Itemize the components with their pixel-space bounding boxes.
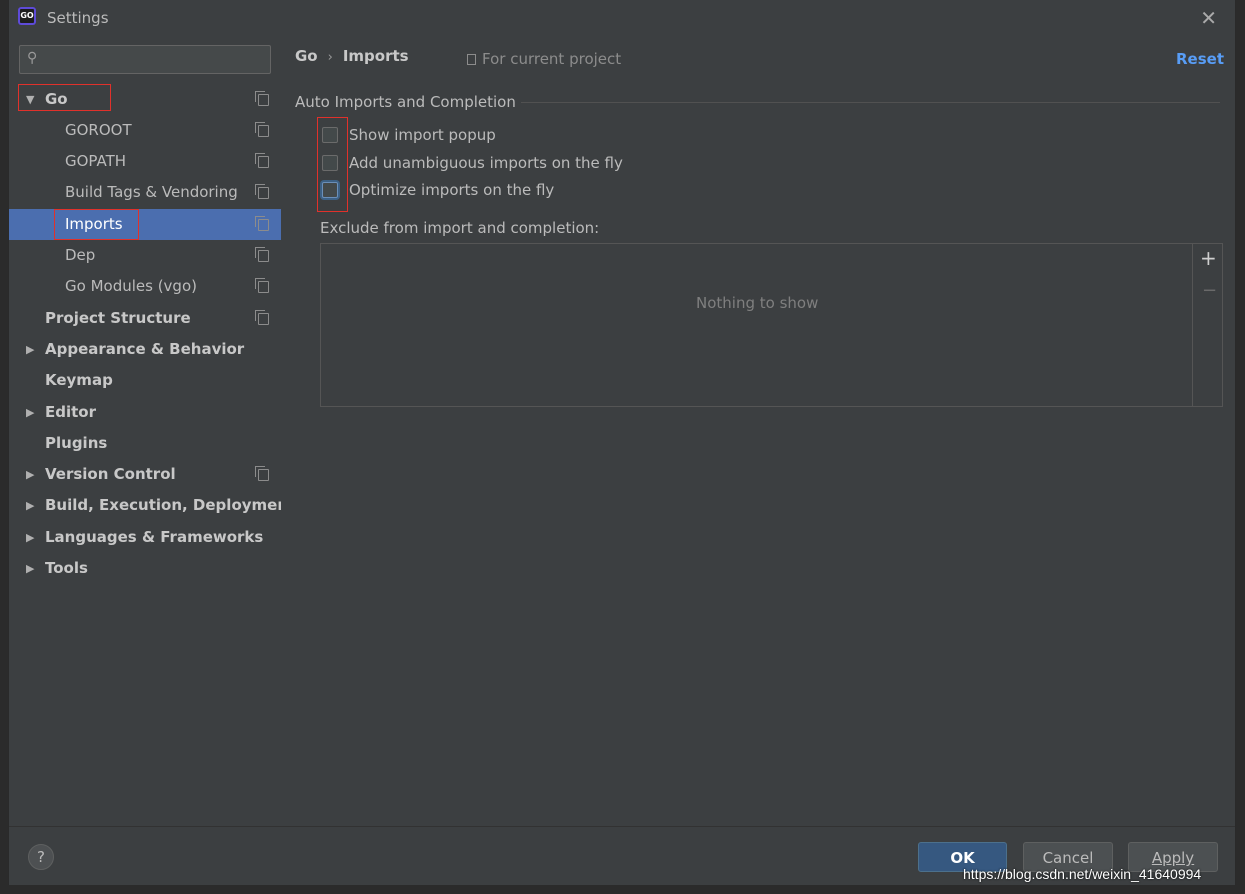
chevron-right-icon: › bbox=[327, 50, 333, 65]
sidebar-item-label: Tools bbox=[45, 559, 88, 577]
apply-button-label: Apply bbox=[1151, 849, 1195, 867]
sidebar-item-gopath[interactable]: GOPATH bbox=[9, 146, 281, 177]
sidebar-item-label: Appearance & Behavior bbox=[45, 340, 245, 358]
empty-list-text: Nothing to show bbox=[696, 294, 819, 312]
project-scope-icon bbox=[255, 153, 269, 168]
sidebar-item-label: Version Control bbox=[45, 465, 176, 483]
breadcrumb-go[interactable]: Go bbox=[295, 47, 318, 65]
project-scope-icon bbox=[255, 216, 269, 231]
dialog-title: Settings bbox=[47, 9, 109, 27]
sidebar-item-label: Editor bbox=[45, 403, 96, 421]
exclude-list[interactable]: Nothing to show + − bbox=[320, 243, 1223, 407]
collapse-arrow-icon[interactable]: ▶ bbox=[26, 397, 34, 428]
sidebar-item-project-structure[interactable]: Project Structure bbox=[9, 303, 281, 334]
toolbar-divider bbox=[1192, 244, 1193, 406]
breadcrumb: Go › Imports bbox=[295, 47, 409, 65]
collapse-arrow-icon[interactable]: ▶ bbox=[26, 490, 34, 521]
sidebar-item-editor[interactable]: ▶ Editor bbox=[9, 397, 281, 428]
sidebar-item-label: Build, Execution, Deployment bbox=[45, 496, 296, 514]
sidebar-item-label: Languages & Frameworks bbox=[45, 528, 264, 546]
help-button[interactable]: ? bbox=[28, 844, 54, 870]
project-scope-icon bbox=[255, 184, 269, 199]
reset-link[interactable]: Reset bbox=[1176, 50, 1224, 68]
collapse-arrow-icon[interactable]: ▶ bbox=[26, 522, 34, 553]
scope-label: For current project bbox=[482, 50, 622, 68]
sidebar-item-goroot[interactable]: GOROOT bbox=[9, 115, 281, 146]
collapse-arrow-icon[interactable]: ▶ bbox=[26, 334, 34, 365]
search-input[interactable]: ⚲ bbox=[19, 45, 271, 74]
sidebar-item-go-modules[interactable]: Go Modules (vgo) bbox=[9, 271, 281, 302]
sidebar-item-label: Project Structure bbox=[45, 309, 191, 327]
add-icon[interactable]: + bbox=[1200, 246, 1217, 270]
collapse-arrow-icon[interactable]: ▶ bbox=[26, 459, 34, 490]
sidebar-item-version-control[interactable]: ▶ Version Control bbox=[9, 459, 281, 490]
search-icon: ⚲ bbox=[27, 50, 38, 66]
sidebar-item-build-tags[interactable]: Build Tags & Vendoring bbox=[9, 177, 281, 208]
sidebar-item-keymap[interactable]: Keymap bbox=[9, 365, 281, 396]
sidebar-item-appearance[interactable]: ▶ Appearance & Behavior bbox=[9, 334, 281, 365]
sidebar-item-imports[interactable]: Imports bbox=[9, 209, 281, 240]
project-scope-icon bbox=[255, 466, 269, 481]
section-title: Auto Imports and Completion bbox=[295, 93, 516, 111]
sidebar-item-tools[interactable]: ▶ Tools bbox=[9, 553, 281, 584]
sidebar-item-dep[interactable]: Dep bbox=[9, 240, 281, 271]
close-icon[interactable]: ✕ bbox=[1200, 6, 1217, 30]
project-scope-icon bbox=[255, 310, 269, 325]
settings-content: Go › Imports For current project Reset Aut… bbox=[281, 36, 1235, 826]
watermark-text: https://blog.csdn.net/weixin_41640994 bbox=[963, 866, 1202, 882]
breadcrumb-imports: Imports bbox=[342, 47, 409, 65]
settings-sidebar: ⚲ ▼ Go GOROOT GOPATH Build Tags & Vendor… bbox=[9, 36, 295, 826]
scope-indicator: For current project bbox=[467, 50, 621, 68]
title-bar: GO Settings ✕ bbox=[9, 0, 1235, 36]
sidebar-item-label: GOPATH bbox=[65, 152, 127, 170]
expand-arrow-icon[interactable]: ▼ bbox=[26, 84, 34, 115]
goland-app-icon: GO bbox=[18, 7, 36, 25]
project-scope-icon bbox=[467, 54, 476, 65]
sidebar-item-label: Go Modules (vgo) bbox=[65, 277, 197, 295]
sidebar-item-label: Dep bbox=[65, 246, 96, 264]
sidebar-item-plugins[interactable]: Plugins bbox=[9, 428, 281, 459]
remove-icon: − bbox=[1202, 280, 1218, 301]
sidebar-item-go[interactable]: ▼ Go bbox=[9, 84, 281, 115]
checkbox-label: Optimize imports on the fly bbox=[349, 181, 555, 199]
project-scope-icon bbox=[255, 91, 269, 106]
sidebar-item-label: Keymap bbox=[45, 371, 113, 389]
project-scope-icon bbox=[255, 247, 269, 262]
checkbox-label: Show import popup bbox=[349, 126, 496, 144]
sidebar-item-label: Build Tags & Vendoring bbox=[65, 183, 238, 201]
exclude-label: Exclude from import and completion: bbox=[320, 219, 600, 237]
collapse-arrow-icon[interactable]: ▶ bbox=[26, 553, 34, 584]
checkbox-label: Add unambiguous imports on the fly bbox=[349, 154, 623, 172]
sidebar-item-label: Go bbox=[45, 90, 68, 108]
sidebar-item-label: Plugins bbox=[45, 434, 108, 452]
project-scope-icon bbox=[255, 278, 269, 293]
optimize-imports-checkbox[interactable] bbox=[322, 182, 338, 198]
project-scope-icon bbox=[255, 122, 269, 137]
settings-dialog: GO Settings ✕ ⚲ ▼ Go GOROOT GOPATH Build… bbox=[9, 0, 1235, 885]
sidebar-item-label: GOROOT bbox=[65, 121, 132, 139]
section-divider bbox=[521, 102, 1220, 103]
sidebar-item-languages[interactable]: ▶ Languages & Frameworks bbox=[9, 522, 281, 553]
sidebar-item-label: Imports bbox=[65, 215, 123, 233]
sidebar-item-build-execution[interactable]: ▶ Build, Execution, Deployment bbox=[9, 490, 295, 521]
add-unambiguous-imports-checkbox[interactable] bbox=[322, 155, 338, 171]
show-import-popup-checkbox[interactable] bbox=[322, 127, 338, 143]
